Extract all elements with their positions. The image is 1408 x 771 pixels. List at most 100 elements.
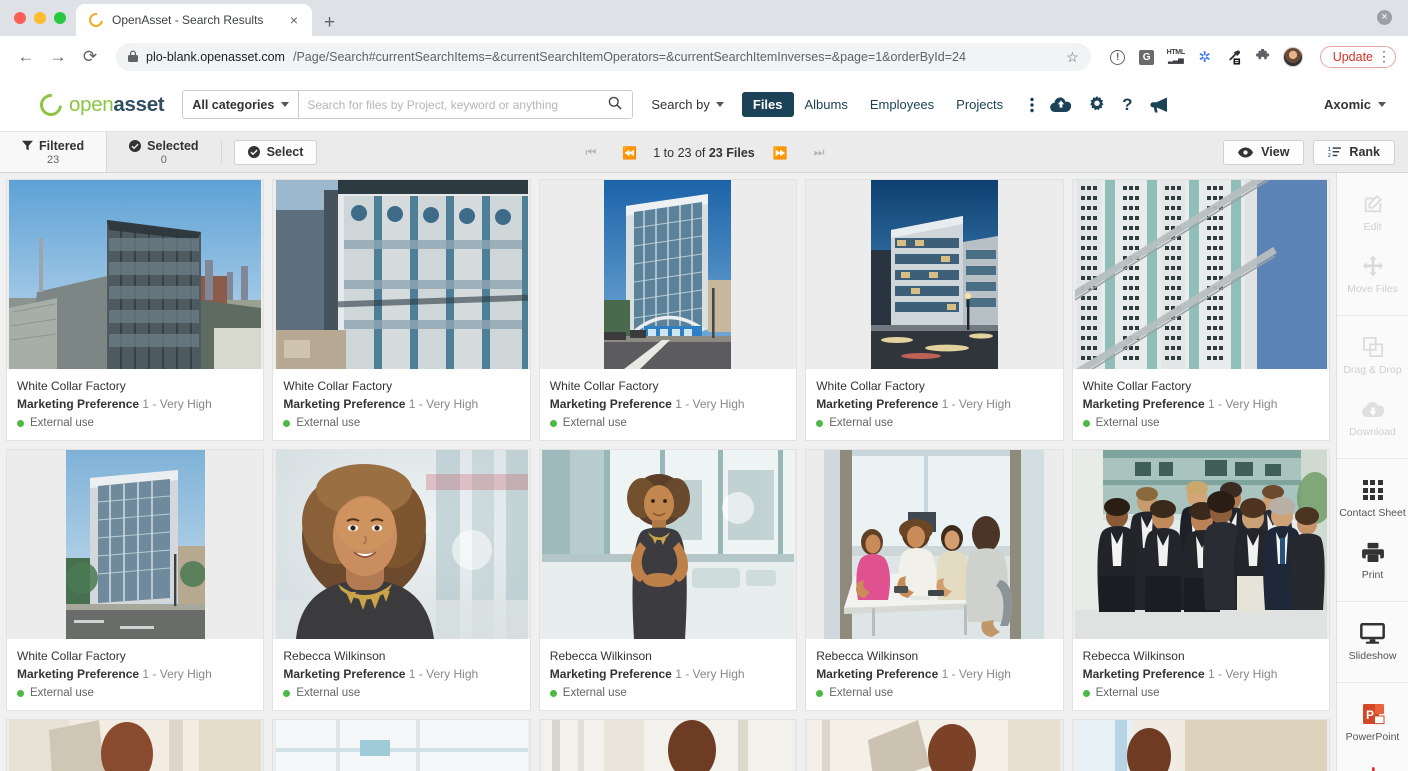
- file-card[interactable]: White Collar Factory Marketing Preferenc…: [538, 179, 798, 441]
- sidebar-item-move-files[interactable]: Move Files: [1337, 243, 1408, 305]
- tab-selected[interactable]: Selected 0: [107, 132, 220, 172]
- reload-icon[interactable]: ⟳: [76, 43, 104, 71]
- sidebar-item-slideshow-label: Slideshow: [1348, 650, 1397, 663]
- file-thumbnail[interactable]: [1072, 720, 1329, 771]
- sidebar-item-slideshow[interactable]: Slideshow: [1337, 610, 1408, 672]
- address-bar[interactable]: plo-blank.openasset.com/Page/Search#curr…: [116, 43, 1091, 71]
- file-card[interactable]: Rebecca Wilkinson Marketing Preference 1…: [805, 449, 1064, 711]
- file-card[interactable]: Rebecca Wilkinson Marketing Preference 1…: [272, 449, 531, 711]
- search-by-dropdown[interactable]: Search by: [651, 97, 724, 112]
- file-card[interactable]: Marketing Preference 1 - Very High Exter…: [538, 719, 798, 771]
- update-button[interactable]: Update ⋮: [1319, 46, 1396, 68]
- file-thumbnail[interactable]: [7, 450, 264, 639]
- sidebar-item-pdf[interactable]: PDF: [1337, 754, 1408, 771]
- settings-gear-icon[interactable]: [1088, 95, 1106, 114]
- file-card[interactable]: White Collar Factory Marketing Preferenc…: [1071, 179, 1330, 441]
- sidebar-item-contact-sheet[interactable]: Contact Sheet: [1337, 467, 1408, 529]
- sidebar-item-download[interactable]: Download: [1337, 386, 1408, 448]
- select-button-label: Select: [266, 145, 304, 159]
- file-usage-label: External use: [1095, 687, 1160, 699]
- sidebar-item-drag-drop[interactable]: Drag & Drop: [1337, 324, 1408, 386]
- new-tab-button[interactable]: +: [324, 13, 335, 32]
- forward-icon[interactable]: →: [44, 43, 72, 71]
- user-menu[interactable]: Axomic: [1324, 97, 1386, 112]
- file-thumbnail[interactable]: [7, 180, 264, 369]
- sidebar-item-print[interactable]: Print: [1337, 529, 1408, 591]
- file-card[interactable]: Marketing Preference 1 - Very High Exter…: [1071, 719, 1330, 771]
- file-grid: White Collar Factory Marketing Preferenc…: [0, 173, 1336, 771]
- color-picker-icon[interactable]: [1225, 48, 1243, 66]
- help-question-icon[interactable]: ?: [1122, 95, 1132, 115]
- window-close-dot[interactable]: [14, 12, 26, 24]
- file-card[interactable]: Rebecca Wilkinson Marketing Preference 1…: [1071, 449, 1330, 711]
- file-thumbnail[interactable]: [273, 450, 530, 639]
- file-title: Rebecca Wilkinson: [283, 649, 386, 663]
- browser-menu-icon[interactable]: ⋮: [1377, 49, 1391, 63]
- grammarly-g-icon[interactable]: G: [1138, 48, 1156, 66]
- profile-avatar[interactable]: [1282, 47, 1303, 67]
- prev-page-icon[interactable]: ⏪: [608, 146, 649, 160]
- search-icon[interactable]: [598, 96, 632, 113]
- flower-extension-icon[interactable]: ✲: [1196, 48, 1214, 66]
- first-page-icon[interactable]: ⏮: [571, 145, 608, 160]
- dusk-street-office-block-image: [870, 180, 998, 369]
- sidebar-item-edit[interactable]: Edit: [1337, 181, 1408, 243]
- openasset-logo[interactable]: openasset: [35, 89, 165, 120]
- select-button[interactable]: Select: [233, 139, 318, 165]
- nav-item-employees[interactable]: Employees: [859, 92, 945, 117]
- file-thumbnail[interactable]: [539, 720, 797, 771]
- category-select[interactable]: All categories: [183, 91, 300, 118]
- bookmark-star-icon[interactable]: ☆: [1066, 49, 1079, 66]
- sidebar-group-output: Contact Sheet Print: [1337, 459, 1408, 603]
- rank-button[interactable]: 12 Rank: [1313, 139, 1395, 165]
- window-minimize-dot[interactable]: [34, 12, 46, 24]
- html-validator-icon[interactable]: HTML ▂▃▅: [1167, 48, 1186, 66]
- status-dot-icon: [17, 689, 24, 697]
- tab-filtered[interactable]: Filtered 23: [0, 132, 108, 172]
- file-thumbnail[interactable]: [273, 180, 530, 369]
- nav-item-files[interactable]: Files: [741, 92, 794, 117]
- file-thumbnail[interactable]: [539, 180, 797, 369]
- file-usage-label: External use: [829, 687, 894, 699]
- file-field-value: 1 - Very High: [142, 397, 212, 411]
- file-field-label: Marketing Preference: [816, 397, 939, 411]
- file-thumbnail[interactable]: [806, 180, 1063, 369]
- file-card[interactable]: White Collar Factory Marketing Preferenc…: [805, 179, 1064, 441]
- file-thumbnail[interactable]: [806, 450, 1063, 639]
- file-card[interactable]: White Collar Factory Marketing Preferenc…: [272, 179, 531, 441]
- tab-title: OpenAsset - Search Results: [112, 13, 264, 27]
- file-card[interactable]: White Collar Factory Marketing Preferenc…: [6, 449, 265, 711]
- close-icon[interactable]: ×: [286, 11, 302, 29]
- more-vertical-icon[interactable]: [1030, 97, 1034, 113]
- info-circle-icon[interactable]: !: [1109, 48, 1127, 66]
- file-card[interactable]: Marketing Preference 1 - Very High Exter…: [272, 719, 531, 771]
- next-page-icon[interactable]: ⏩: [759, 146, 800, 160]
- file-card[interactable]: Rebecca Wilkinson Marketing Preference 1…: [538, 449, 798, 711]
- file-thumbnail[interactable]: [1072, 180, 1329, 369]
- browser-toolbar: ← → ⟳ plo-blank.openasset.com/Page/Searc…: [0, 36, 1408, 78]
- file-thumbnail[interactable]: [539, 450, 797, 639]
- file-card[interactable]: Marketing Preference 1 - Very High Exter…: [805, 719, 1064, 771]
- file-thumbnail[interactable]: [273, 720, 530, 771]
- view-button[interactable]: View: [1223, 139, 1305, 165]
- file-card[interactable]: White Collar Factory Marketing Preferenc…: [6, 179, 265, 441]
- file-thumbnail[interactable]: [1072, 450, 1329, 639]
- search-input[interactable]: [299, 97, 599, 112]
- back-icon[interactable]: ←: [12, 43, 40, 71]
- sidebar-item-powerpoint[interactable]: P PowerPoint: [1337, 691, 1408, 753]
- nav-item-albums[interactable]: Albums: [794, 92, 859, 117]
- nav-item-projects[interactable]: Projects: [945, 92, 1014, 117]
- puzzle-extensions-icon[interactable]: [1254, 48, 1272, 66]
- announcement-megaphone-icon[interactable]: [1149, 96, 1169, 114]
- window-close-button[interactable]: ×: [1377, 10, 1392, 25]
- file-thumbnail[interactable]: [7, 720, 264, 771]
- cloud-upload-icon[interactable]: [1050, 96, 1072, 113]
- last-page-icon[interactable]: ⏭: [800, 145, 837, 160]
- sidebar-group-transfer: Drag & Drop Download: [1337, 316, 1408, 460]
- file-thumbnail[interactable]: [806, 720, 1063, 771]
- window-maximize-dot[interactable]: [54, 12, 66, 24]
- file-card[interactable]: Marketing Preference 1 - Very High Exter…: [6, 719, 265, 771]
- tab-filtered-count: 23: [46, 153, 60, 166]
- browser-tab[interactable]: OpenAsset - Search Results ×: [76, 4, 312, 36]
- check-circle-icon: [129, 139, 142, 152]
